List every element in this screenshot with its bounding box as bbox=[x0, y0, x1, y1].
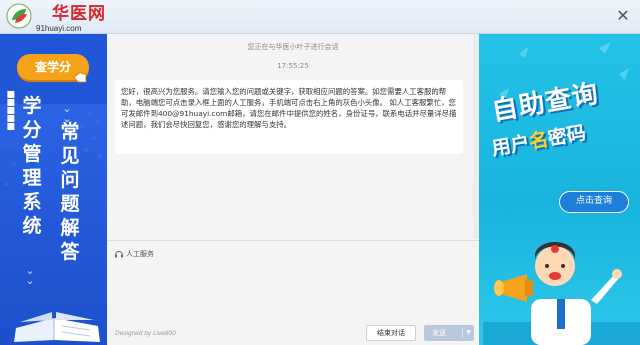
powered-by-text[interactable]: Designed by Live800 bbox=[115, 330, 176, 337]
huayi-logo[interactable]: 华医网 91huayi.com bbox=[6, 3, 116, 33]
doctor-megaphone-illustration bbox=[483, 242, 640, 345]
chat-panel: 您正在与华医小叶子进行会话 17:55:25 您好，很高兴为您服务。请您输入您的… bbox=[107, 34, 479, 345]
human-service-button[interactable]: 人工服务 bbox=[114, 248, 154, 260]
logo-url: 91huayi.com bbox=[36, 24, 82, 33]
connecting-notice: 您正在与华医小叶子进行会话 bbox=[247, 43, 339, 51]
faq-title: 常 见 问 题 解 答 bbox=[60, 121, 80, 263]
pointer-hand-icon bbox=[73, 71, 87, 83]
caret-down-icon[interactable]: ▼ bbox=[466, 325, 471, 341]
welcome-message: 您好，很高兴为您服务。请您输入您的问题或关键字，获取相应问题的答案。如您需要人工… bbox=[115, 80, 463, 154]
right-promo-banner[interactable]: 自助查询 用户名密码 点击查询 bbox=[479, 34, 640, 345]
send-button[interactable]: 发送 ▼ bbox=[424, 325, 474, 341]
send-split-divider bbox=[462, 328, 463, 338]
left-promo-banner[interactable]: 查学分 ⌄ ⌄ 学 分 管 理 系 统 常 见 问 题 解 答 ▪ ▪ ▪ ▪ ▪ ⌄ ⌄ bbox=[0, 34, 107, 345]
input-divider bbox=[107, 240, 479, 241]
send-button-label: 发送 bbox=[432, 329, 446, 337]
leaf-logo-icon bbox=[6, 3, 32, 29]
open-book-icon bbox=[14, 312, 100, 342]
human-service-label: 人工服务 bbox=[126, 250, 154, 258]
close-icon[interactable]: ✕ bbox=[614, 7, 632, 25]
logo-text: 华医网 bbox=[52, 4, 106, 24]
headset-icon bbox=[115, 251, 123, 258]
message-input[interactable] bbox=[107, 262, 479, 322]
end-chat-button[interactable]: 结束对话 bbox=[366, 325, 416, 341]
vertical-bars-icon: ▪ ▪ ▪ ▪ ▪ bbox=[6, 86, 16, 134]
credit-system-title: 学 分 管 理 系 统 bbox=[22, 95, 42, 237]
message-timestamp: 17:55:25 bbox=[277, 62, 309, 70]
window-header: 华医网 91huayi.com ✕ bbox=[0, 0, 640, 34]
chevron-down-icon: ⌄ ⌄ bbox=[25, 264, 35, 287]
